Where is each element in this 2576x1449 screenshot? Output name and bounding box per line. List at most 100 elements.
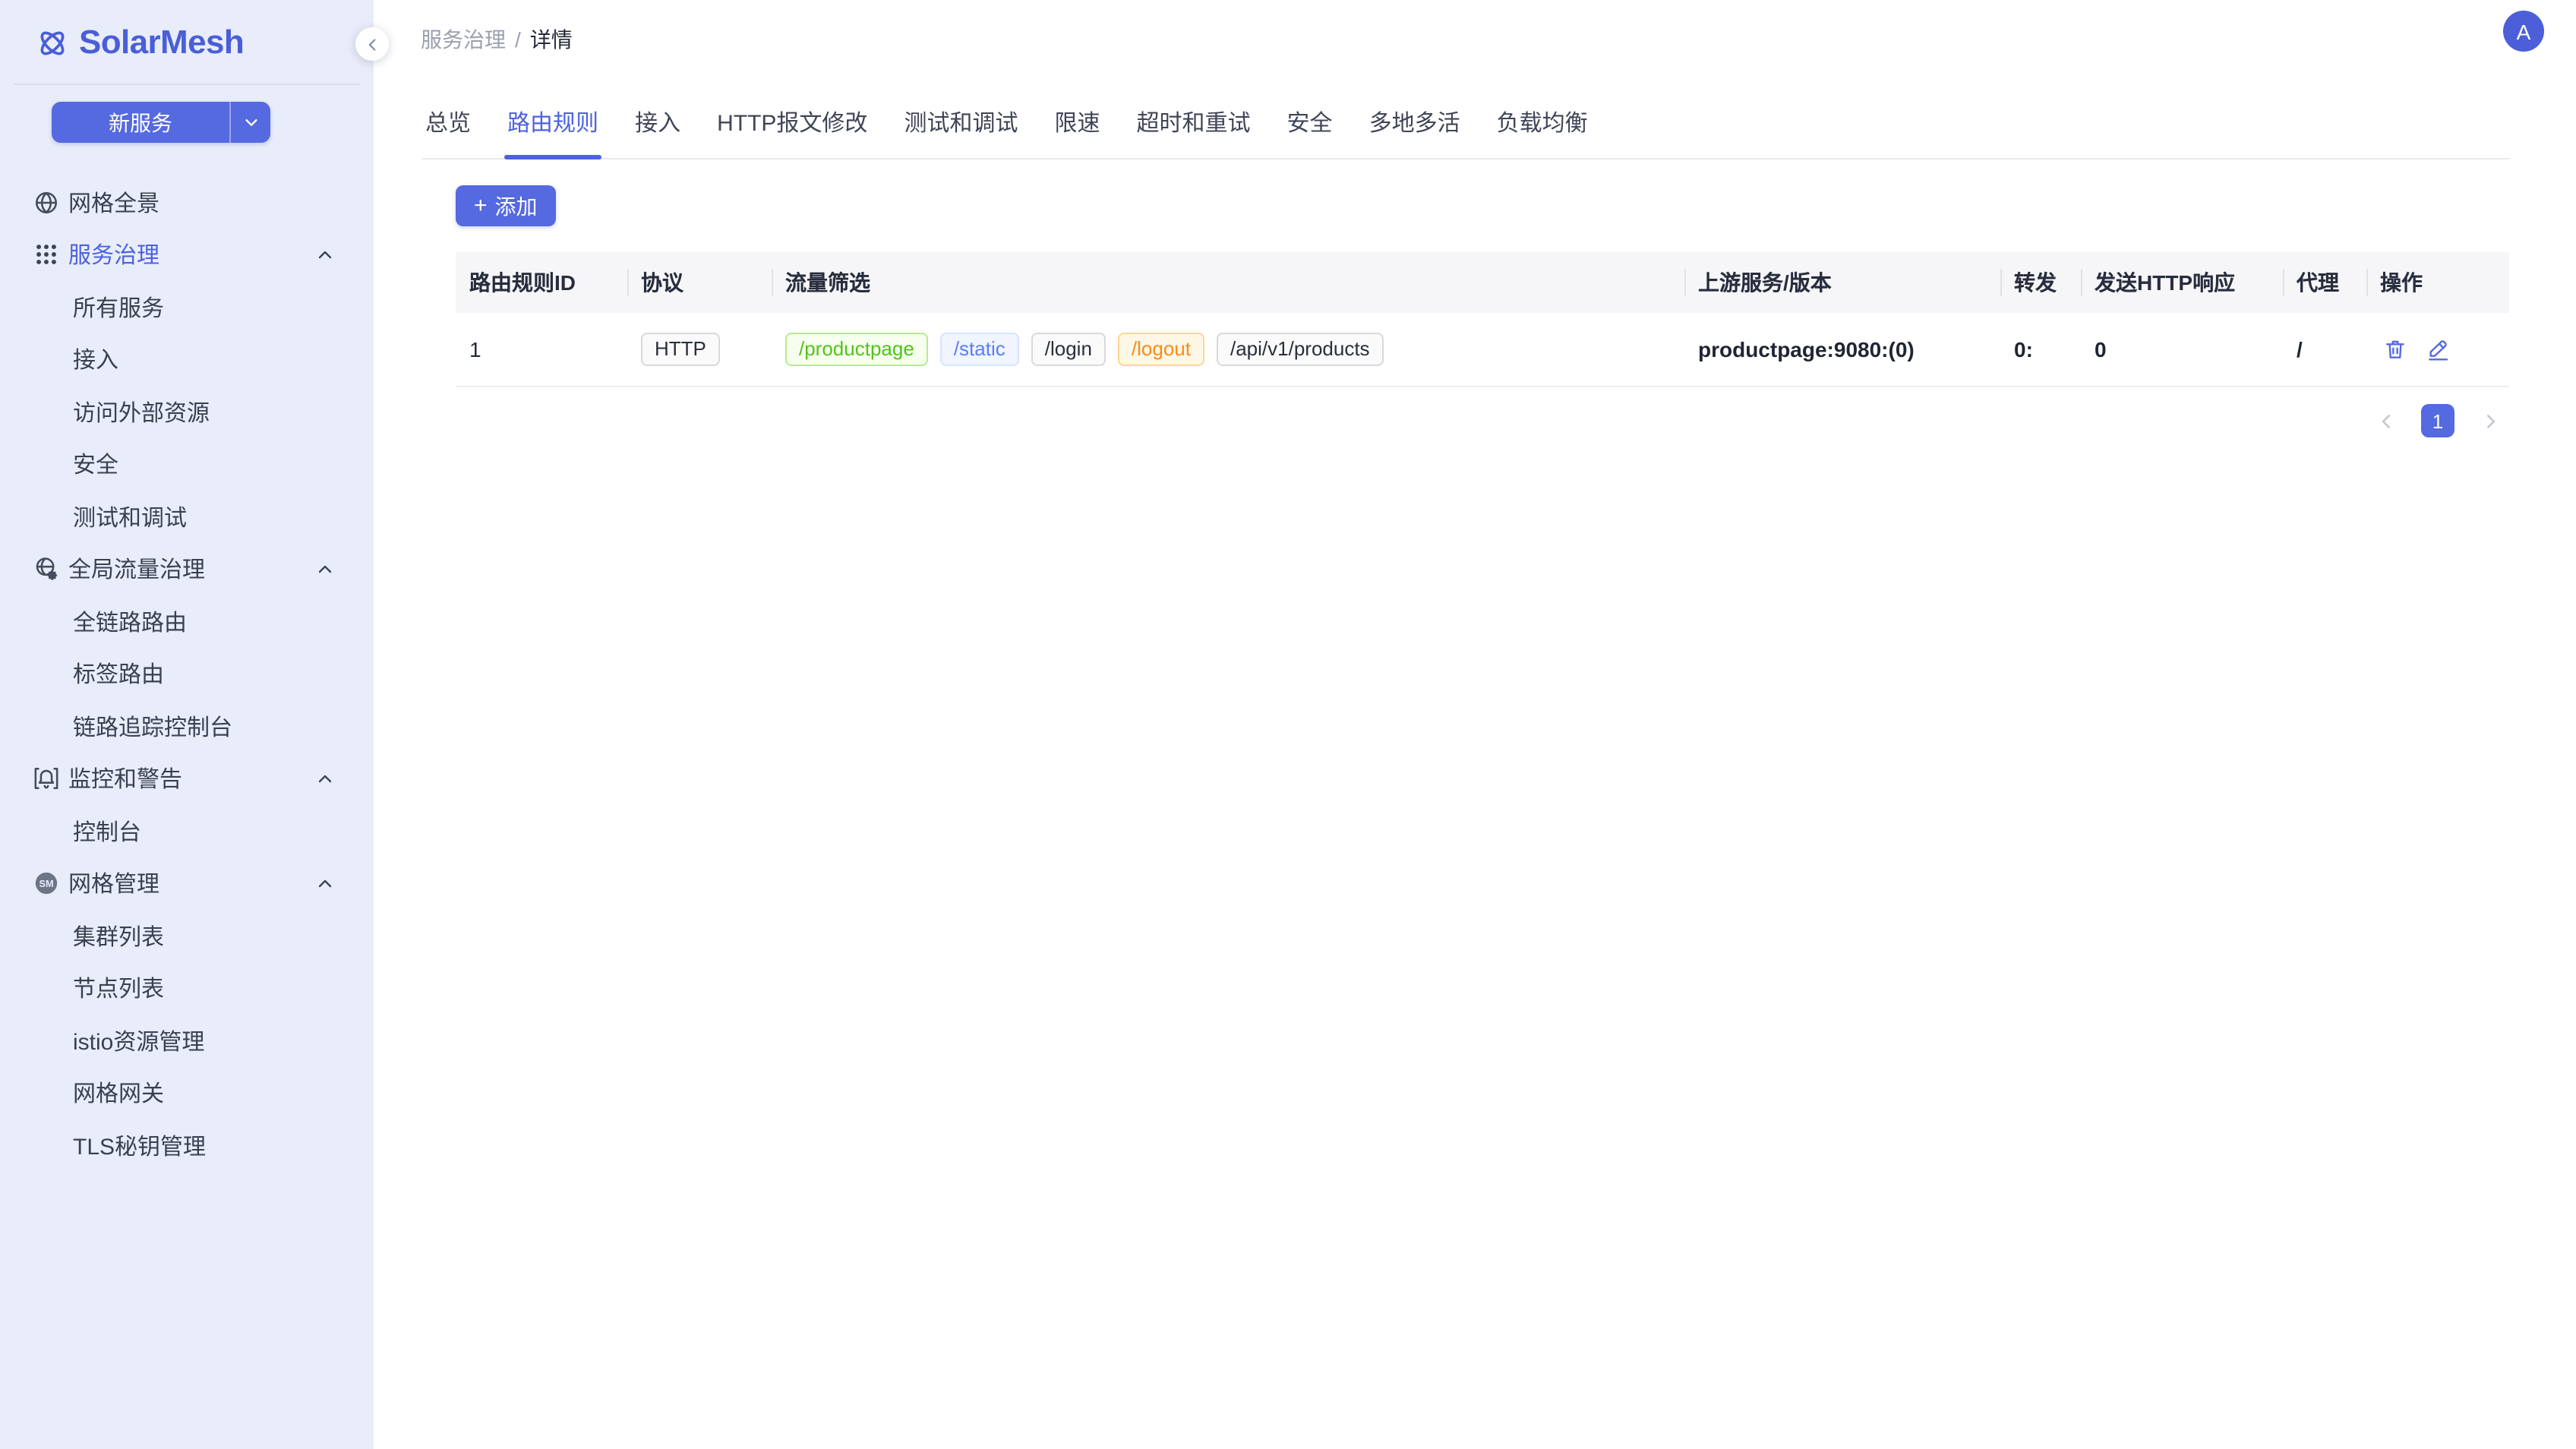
sidebar-item-label: 全局流量治理 <box>68 554 205 586</box>
avatar[interactable]: A <box>2503 11 2544 52</box>
tab-access[interactable]: 接入 <box>632 91 683 158</box>
edit-icon <box>2426 337 2450 361</box>
sidebar-item-label: 链路追踪控制台 <box>73 711 232 743</box>
chevron-up-icon <box>316 875 334 893</box>
sidebar-item-all-services[interactable]: 所有服务 <box>0 281 374 333</box>
edit-button[interactable] <box>2423 334 2453 365</box>
tab-test-debug[interactable]: 测试和调试 <box>901 91 1021 158</box>
cell-actions <box>2366 313 2509 386</box>
column-header-protocol: 协议 <box>627 252 772 313</box>
globe-icon <box>33 190 59 216</box>
tag-productpage: /productpage <box>785 333 928 366</box>
sidebar-item-label: 控制台 <box>73 816 141 848</box>
chevron-left-icon <box>2376 411 2396 431</box>
sidebar-item-mesh-panorama[interactable]: 网格全景 <box>0 176 374 229</box>
sidebar-item-cluster-list[interactable]: 集群列表 <box>0 910 374 962</box>
trash-icon <box>2383 337 2407 361</box>
sidebar-item-external-resources[interactable]: 访问外部资源 <box>0 386 374 438</box>
chevron-left-icon <box>364 36 380 52</box>
sidebar-item-label: 所有服务 <box>73 292 164 324</box>
sidebar-item-label: 访问外部资源 <box>73 396 210 428</box>
tag-logout: /logout <box>1118 333 1204 366</box>
table-row: 1HTTP/productpage/static/login/logout/ap… <box>456 313 2509 387</box>
new-service-dropdown-button[interactable] <box>229 102 270 143</box>
sidebar-item-mesh-management[interactable]: SM 网格管理 <box>0 857 374 910</box>
breadcrumb: 服务治理 / 详情 <box>421 24 573 55</box>
column-header-send-http-response: 发送HTTP响应 <box>2081 252 2283 313</box>
chevron-up-icon <box>316 770 334 788</box>
add-button[interactable]: + 添加 <box>456 185 556 226</box>
pagination-next-button[interactable] <box>2473 404 2506 437</box>
tab-timeout-retry[interactable]: 超时和重试 <box>1134 91 1254 158</box>
globe-gear-icon <box>33 557 59 582</box>
sidebar-menu: 网格全景服务治理所有服务接入访问外部资源安全测试和调试全局流量治理全链路路由标签… <box>0 176 374 1172</box>
column-header-actions: 操作 <box>2366 252 2509 313</box>
chevron-up-icon <box>316 560 334 579</box>
new-service-split-button: 新服务 <box>52 102 270 143</box>
tab-rate-limit[interactable]: 限速 <box>1051 91 1103 158</box>
sidebar-item-label: 接入 <box>73 344 118 376</box>
tag-api-v1-products: /api/v1/products <box>1217 333 1384 366</box>
cell-forward: 0: <box>2000 313 2081 386</box>
column-header-forward: 转发 <box>2000 252 2081 313</box>
sidebar-item-access[interactable]: 接入 <box>0 333 374 386</box>
breadcrumb-parent[interactable]: 服务治理 <box>421 24 506 55</box>
sidebar-item-test-debug[interactable]: 测试和调试 <box>0 491 374 543</box>
plus-icon: + <box>474 194 488 217</box>
sidebar-item-security[interactable]: 安全 <box>0 438 374 491</box>
sidebar-item-label: 标签路由 <box>73 658 164 690</box>
sidebar-item-label: 服务治理 <box>68 239 159 271</box>
sidebar-item-label: 监控和警告 <box>68 763 182 795</box>
tag-http: HTTP <box>641 333 720 366</box>
sidebar-item-node-list[interactable]: 节点列表 <box>0 962 374 1015</box>
tab-route-rules[interactable]: 路由规则 <box>504 91 601 158</box>
sidebar-item-tls-keys[interactable]: TLS秘钥管理 <box>0 1119 374 1172</box>
sidebar-item-label: istio资源管理 <box>73 1025 204 1057</box>
sidebar-item-full-link-routing[interactable]: 全链路路由 <box>0 595 374 648</box>
sidebar-item-console[interactable]: 控制台 <box>0 805 374 857</box>
breadcrumb-current: 详情 <box>530 24 573 55</box>
sm-badge-icon: SM <box>33 871 59 897</box>
app-title: SolarMesh <box>79 23 244 62</box>
tab-security[interactable]: 安全 <box>1284 91 1336 158</box>
new-service-button[interactable]: 新服务 <box>52 102 229 143</box>
breadcrumb-separator: / <box>515 27 521 52</box>
column-header-upstream: 上游服务/版本 <box>1684 252 2000 313</box>
tab-multi-active[interactable]: 多地多活 <box>1366 91 1463 158</box>
cell-proxy: / <box>2283 313 2366 386</box>
svg-text:SM: SM <box>39 878 53 889</box>
cell-upstream: productpage:9080:(0) <box>1684 313 2000 386</box>
app-root: SolarMesh 新服务 网格全景服务治理所有服务接入访问外部资源安全测试和调… <box>0 0 2576 1449</box>
sidebar-item-label: 测试和调试 <box>73 501 187 533</box>
tab-load-balance[interactable]: 负载均衡 <box>1494 91 1591 158</box>
pagination-prev-button[interactable] <box>2369 404 2403 437</box>
sidebar-item-global-traffic-governance[interactable]: 全局流量治理 <box>0 543 374 595</box>
chevron-right-icon <box>2480 411 2499 431</box>
sidebar-item-label-routing[interactable]: 标签路由 <box>0 648 374 700</box>
logo[interactable]: SolarMesh <box>36 23 244 62</box>
sidebar-item-monitoring-alerts[interactable]: 监控和警告 <box>0 753 374 805</box>
chevron-up-icon <box>316 246 334 264</box>
table-header: 路由规则ID协议流量筛选上游服务/版本转发发送HTTP响应代理操作 <box>456 252 2509 313</box>
column-header-traffic-filter: 流量筛选 <box>772 252 1684 313</box>
alarm-icon <box>33 766 59 792</box>
sidebar-item-label: 网格全景 <box>68 187 159 219</box>
pagination: 1 <box>456 404 2509 437</box>
chevron-down-icon <box>242 114 259 131</box>
dots-grid-icon <box>33 242 59 268</box>
sidebar-item-service-governance[interactable]: 服务治理 <box>0 229 374 281</box>
pagination-page-1[interactable]: 1 <box>2421 404 2454 437</box>
column-header-proxy: 代理 <box>2283 252 2366 313</box>
tag-login: /login <box>1031 333 1106 366</box>
sidebar-item-tracing-console[interactable]: 链路追踪控制台 <box>0 700 374 753</box>
sidebar-item-istio-resources[interactable]: istio资源管理 <box>0 1015 374 1067</box>
delete-button[interactable] <box>2380 334 2410 365</box>
sidebar-item-mesh-gateway[interactable]: 网格网关 <box>0 1067 374 1119</box>
sidebar-item-label: 网格管理 <box>68 868 159 900</box>
tab-http-rewrite[interactable]: HTTP报文修改 <box>714 91 870 158</box>
atom-icon <box>36 27 68 58</box>
sidebar-collapse-button[interactable] <box>355 27 389 61</box>
tab-overview[interactable]: 总览 <box>422 91 474 158</box>
column-header-route-rule-id: 路由规则ID <box>456 252 627 313</box>
cell-send-http-response: 0 <box>2081 313 2283 386</box>
